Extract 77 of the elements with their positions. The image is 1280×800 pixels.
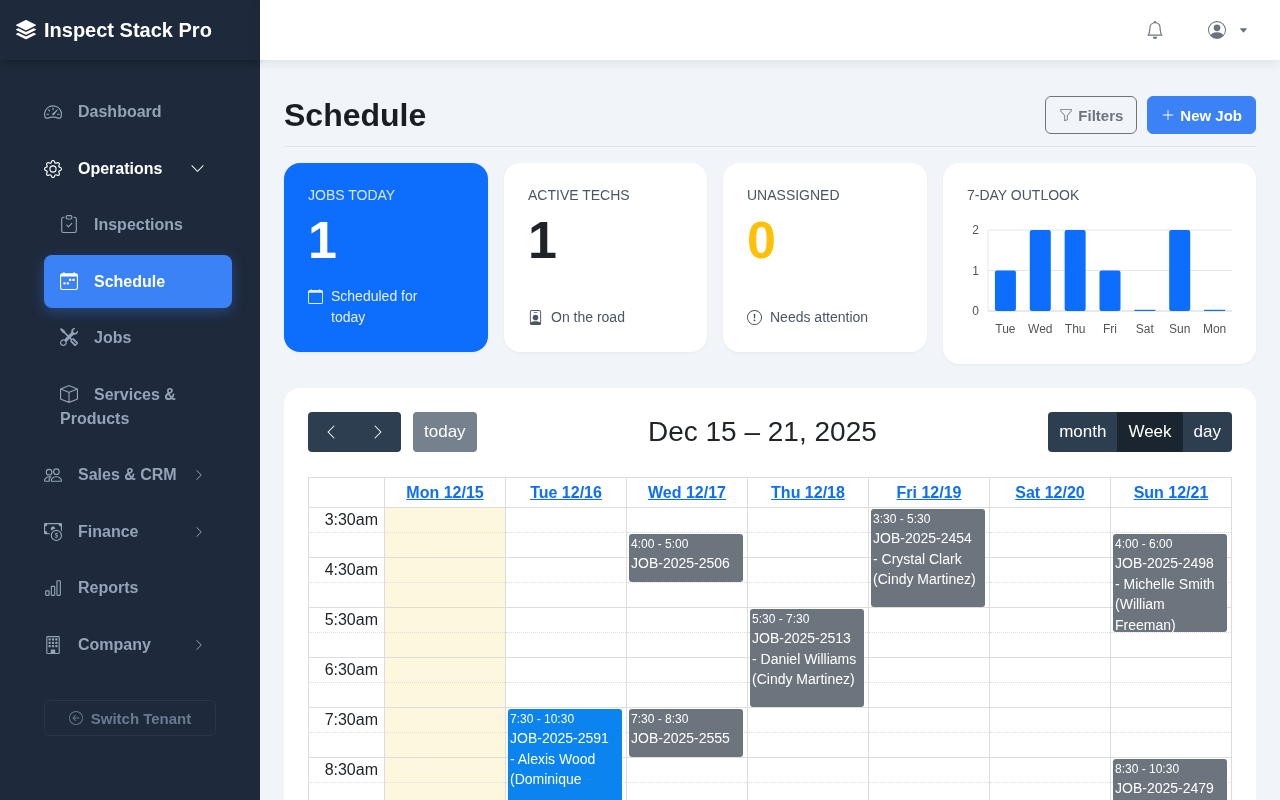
clipboard-check-icon (60, 215, 78, 233)
calendar-event[interactable]: 5:30 - 7:30 JOB-2025-2513 - Daniel Williams (Cindy Martinez) (750, 609, 864, 707)
stat-note: Needs attention (770, 308, 869, 327)
time-label: 7:30am (324, 711, 378, 728)
sidebar-item[interactable]: Schedule (44, 255, 232, 308)
stat-note: On the road (551, 308, 625, 327)
day-header-link[interactable]: Sat 12/20 (1015, 483, 1085, 502)
day-header-link[interactable]: Sun 12/21 (1133, 483, 1209, 502)
user-avatar-icon[interactable] (1208, 21, 1226, 39)
day-header-link[interactable]: Wed 12/17 (648, 483, 726, 502)
day-header-link[interactable]: Mon 12/15 (406, 483, 484, 502)
stat-note: Scheduled for today (331, 287, 419, 327)
axis-tick-label: 0 (972, 304, 979, 318)
sidebar-item[interactable]: Sales & CRM (28, 448, 232, 502)
stat-label: ACTIVE TECHS (528, 186, 630, 205)
day-header-link[interactable]: Thu 12/18 (771, 483, 845, 502)
axis-tick-label: 1 (972, 263, 979, 278)
stat-label: UNASSIGNED (747, 186, 840, 205)
axis-tick-label: Sat (1135, 322, 1154, 336)
building-icon (44, 635, 62, 654)
stat-label: JOBS TODAY (308, 186, 396, 205)
chart-bar (994, 270, 1016, 311)
box-icon (60, 384, 78, 403)
sidebar-item[interactable]: Dashboard (28, 85, 232, 139)
cash-coin-icon (44, 522, 62, 541)
axis-tick-label: Sun (1169, 322, 1191, 336)
brand-name: Inspect Stack Pro (44, 18, 212, 42)
axis-tick-label: Mon (1202, 322, 1227, 336)
time-label: 6:30am (324, 661, 378, 678)
time-label: 5:30am (324, 611, 378, 628)
axis-tick-label: Thu (1064, 322, 1086, 336)
axis-tick-label: Wed (1028, 322, 1053, 336)
view-tab[interactable]: day (1182, 412, 1232, 452)
gauge-icon (44, 103, 62, 121)
layers-icon (16, 20, 36, 40)
sidebar-item[interactable]: Inspections (44, 198, 232, 252)
axis-tick-label: 2 (972, 223, 979, 237)
sidebar-item[interactable]: Finance (28, 505, 232, 558)
id-badge-icon (528, 310, 543, 325)
stat-value: 1 (308, 210, 337, 270)
calendar-event[interactable]: 4:00 - 6:00 JOB-2025-2498 - Michelle Smith (William Freeman) (1113, 534, 1227, 632)
calendar-icon (60, 271, 78, 290)
view-tab[interactable]: Week (1117, 412, 1183, 452)
calendar-title: Dec 15 – 21, 2025 (647, 415, 877, 449)
funnel-icon (1059, 108, 1074, 122)
day-header-link[interactable]: Fri 12/19 (896, 483, 962, 502)
time-label: 4:30am (324, 561, 378, 578)
calendar-event[interactable]: 4:00 - 5:00 JOB-2025-2506 (629, 534, 743, 582)
bar-chart-icon (44, 579, 62, 597)
calendar-icon (308, 289, 323, 304)
view-tab[interactable]: month (1048, 412, 1118, 452)
calendar-event[interactable]: 3:30 - 5:30 JOB-2025-2454 - Crystal Clark (Cindy Martinez) (871, 509, 985, 607)
tools-icon (60, 328, 78, 346)
axis-tick-label: Tue (995, 322, 1016, 336)
caret-down-icon[interactable] (1239, 25, 1248, 35)
time-label: 8:30am (324, 761, 378, 778)
sidebar-item[interactable]: Operations (28, 142, 232, 195)
people-icon (44, 466, 62, 484)
day-header-link[interactable]: Tue 12/16 (530, 483, 602, 502)
notification-bell-icon[interactable] (1146, 21, 1164, 39)
calendar-event[interactable]: 7:30 - 10:30 JOB-2025-2591 - Alexis Wood (Dominique (508, 709, 622, 800)
stat-label: 7-DAY OUTLOOK (967, 186, 1080, 205)
sidebar-item[interactable]: Services & Products (44, 368, 232, 445)
chart-bar (1099, 270, 1121, 311)
new-job-button[interactable]: New Job (1147, 96, 1256, 134)
page-title: Schedule (284, 96, 427, 134)
axis-tick-label: Fri (1103, 322, 1117, 336)
sidebar-item[interactable]: Reports (28, 561, 232, 615)
stat-value: 1 (528, 210, 557, 270)
calendar-event[interactable]: 8:30 - 10:30 JOB-2025-2479 (1113, 759, 1227, 800)
calendar-event[interactable]: 7:30 - 8:30 JOB-2025-2555 (629, 709, 743, 757)
gear-icon (44, 159, 62, 178)
stat-value: 0 (747, 210, 776, 270)
sidebar-item[interactable]: Company (28, 618, 232, 671)
sidebar-item[interactable]: Jobs (44, 311, 232, 365)
filters-button[interactable]: Filters (1045, 96, 1138, 134)
time-label: 3:30am (324, 511, 378, 528)
